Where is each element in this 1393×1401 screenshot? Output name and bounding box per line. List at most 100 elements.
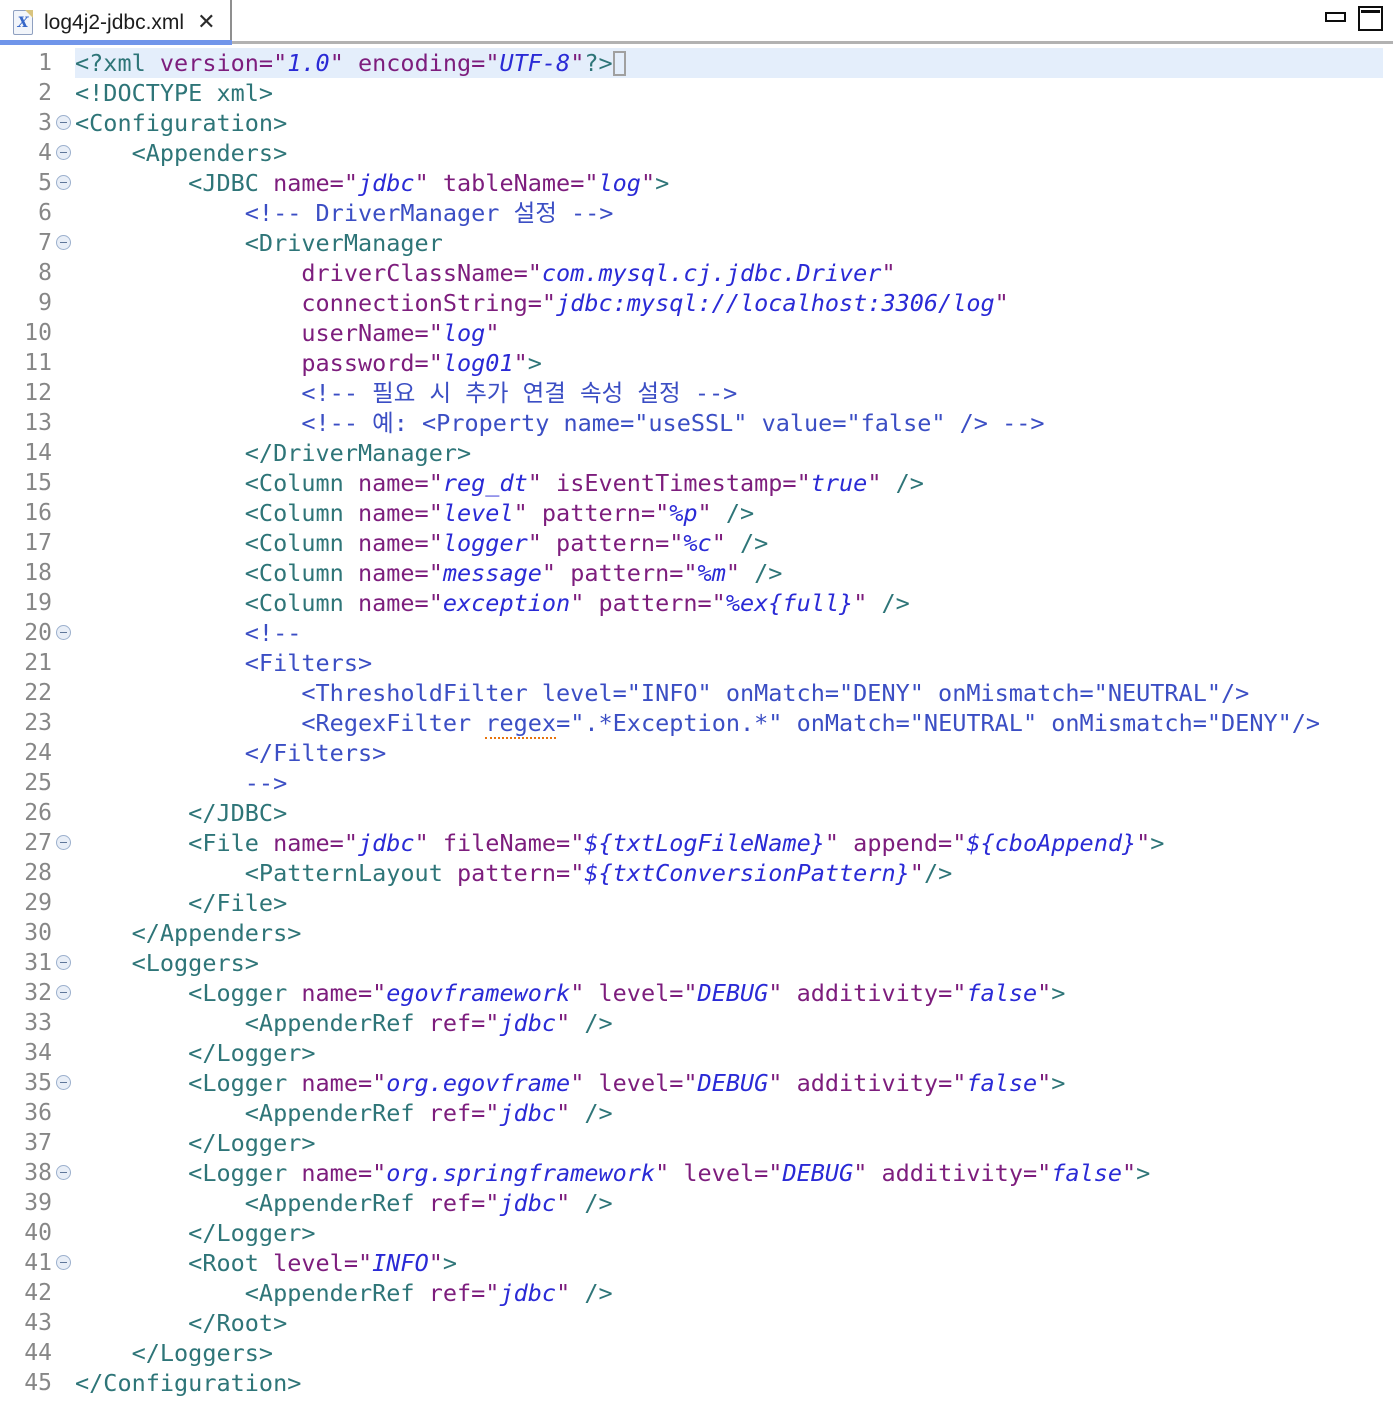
close-icon[interactable]: ✕ [197,12,215,34]
code-token: <DriverManager [75,229,443,257]
code-text[interactable]: </DriverManager> [75,438,1383,468]
code-text[interactable]: <ThresholdFilter level="INFO" onMatch="D… [75,678,1383,708]
code-text[interactable]: </Appenders> [75,918,1383,948]
fold-column [52,378,75,408]
code-text[interactable]: <RegexFilter regex=".*Exception.*" onMat… [75,708,1383,738]
code-text[interactable]: <AppenderRef ref="jdbc" /> [75,1098,1383,1128]
code-text[interactable]: userName="log" [75,318,1383,348]
code-text[interactable]: <AppenderRef ref="jdbc" /> [75,1278,1383,1308]
code-token: pattern=" [542,499,669,527]
minimize-icon[interactable] [1325,12,1346,22]
code-token: false [966,1069,1037,1097]
code-token: " [768,979,796,1007]
code-text[interactable]: <Column name="message" pattern="%m" /> [75,558,1383,588]
line-number: 24 [0,738,52,768]
fold-minus-icon[interactable] [56,175,71,190]
code-editor[interactable]: 1<?xml version="1.0" encoding="UTF-8"?>2… [0,45,1393,1401]
fold-minus-icon[interactable] [56,1075,71,1090]
code-token: logger [443,529,528,557]
code-text[interactable]: <Logger name="org.egovframe" level="DEBU… [75,1068,1383,1098]
code-text[interactable]: </File> [75,888,1383,918]
fold-column [52,1098,75,1128]
line-number: 12 [0,378,52,408]
code-line: 16 <Column name="level" pattern="%p" /> [0,498,1383,528]
code-line: 18 <Column name="message" pattern="%m" /… [0,558,1383,588]
code-text[interactable]: <Logger name="org.springframework" level… [75,1158,1383,1188]
code-line: 27 <File name="jdbc" fileName="${txtLogF… [0,828,1383,858]
line-number: 38 [0,1158,52,1188]
gutter: 44 [0,1338,75,1368]
code-token: /> [726,529,768,557]
code-text[interactable]: <!DOCTYPE xml> [75,78,1383,108]
line-number: 40 [0,1218,52,1248]
line-number: 10 [0,318,52,348]
line-number: 29 [0,888,52,918]
code-text[interactable]: <!-- [75,618,1383,648]
code-text[interactable]: <AppenderRef ref="jdbc" /> [75,1008,1383,1038]
code-text[interactable]: </Root> [75,1308,1383,1338]
fold-minus-icon[interactable] [56,235,71,250]
code-token: %m [698,559,726,587]
code-text[interactable]: <File name="jdbc" fileName="${txtLogFile… [75,828,1383,858]
fold-column [52,648,75,678]
gutter: 32 [0,978,75,1008]
fold-minus-icon[interactable] [56,625,71,640]
code-text[interactable]: <JDBC name="jdbc" tableName="log"> [75,168,1383,198]
code-text[interactable]: connectionString="jdbc:mysql://localhost… [75,288,1383,318]
code-text[interactable]: </Loggers> [75,1338,1383,1368]
code-text[interactable]: password="log01"> [75,348,1383,378]
code-token: name=" [301,1159,386,1187]
code-text[interactable]: <AppenderRef ref="jdbc" /> [75,1188,1383,1218]
code-text[interactable]: </Filters> [75,738,1383,768]
code-text[interactable]: <Loggers> [75,948,1383,978]
code-token: " [429,1249,443,1277]
code-token: <File [75,829,273,857]
maximize-icon[interactable] [1358,6,1383,31]
code-text[interactable]: <Appenders> [75,138,1383,168]
code-token: append=" [853,829,966,857]
code-text[interactable]: </Logger> [75,1128,1383,1158]
line-number: 27 [0,828,52,858]
fold-minus-icon[interactable] [56,985,71,1000]
code-text[interactable]: <Column name="reg_dt" isEventTimestamp="… [75,468,1383,498]
code-line: 37 </Logger> [0,1128,1383,1158]
fold-minus-icon[interactable] [56,1255,71,1270]
code-text[interactable]: <Filters> [75,648,1383,678]
code-token: ref=" [429,1279,500,1307]
code-text[interactable]: <?xml version="1.0" encoding="UTF-8"?> [75,48,1383,78]
code-token: " [655,1159,683,1187]
fold-minus-icon[interactable] [56,1165,71,1180]
code-text[interactable]: </Configuration> [75,1368,1383,1398]
fold-minus-icon[interactable] [56,145,71,160]
code-token: <JDBC [75,169,273,197]
code-text[interactable]: </JDBC> [75,798,1383,828]
code-token: %p [669,499,697,527]
code-text[interactable]: <Configuration> [75,108,1383,138]
gutter: 45 [0,1368,75,1398]
code-text[interactable]: <DriverManager [75,228,1383,258]
fold-minus-icon[interactable] [56,115,71,130]
code-text[interactable]: <Logger name="egovframework" level="DEBU… [75,978,1383,1008]
code-text[interactable]: <!-- DriverManager 설정 --> [75,198,1383,228]
fold-minus-icon[interactable] [56,835,71,850]
code-text[interactable]: <Root level="INFO"> [75,1248,1383,1278]
fold-column [52,348,75,378]
code-text[interactable]: <!-- 예: <Property name="useSSL" value="f… [75,408,1383,438]
code-token: <?xml [75,49,160,77]
code-text[interactable]: <PatternLayout pattern="${txtConversionP… [75,858,1383,888]
code-text[interactable]: driverClassName="com.mysql.cj.jdbc.Drive… [75,258,1383,288]
code-text[interactable]: <Column name="logger" pattern="%c" /> [75,528,1383,558]
code-token: false [1051,1159,1122,1187]
code-line: 31 <Loggers> [0,948,1383,978]
line-number: 21 [0,648,52,678]
tab-log4j2-jdbc[interactable]: X log4j2-jdbc.xml ✕ [0,0,232,45]
code-text[interactable]: <Column name="level" pattern="%p" /> [75,498,1383,528]
gutter: 27 [0,828,75,858]
code-text[interactable]: </Logger> [75,1038,1383,1068]
code-text[interactable]: </Logger> [75,1218,1383,1248]
fold-minus-icon[interactable] [56,955,71,970]
code-text[interactable]: <Column name="exception" pattern="%ex{fu… [75,588,1383,618]
code-text[interactable]: <!-- 필요 시 추가 연결 속성 설정 --> [75,378,1383,408]
code-text[interactable]: --> [75,768,1383,798]
fold-column [52,948,75,978]
